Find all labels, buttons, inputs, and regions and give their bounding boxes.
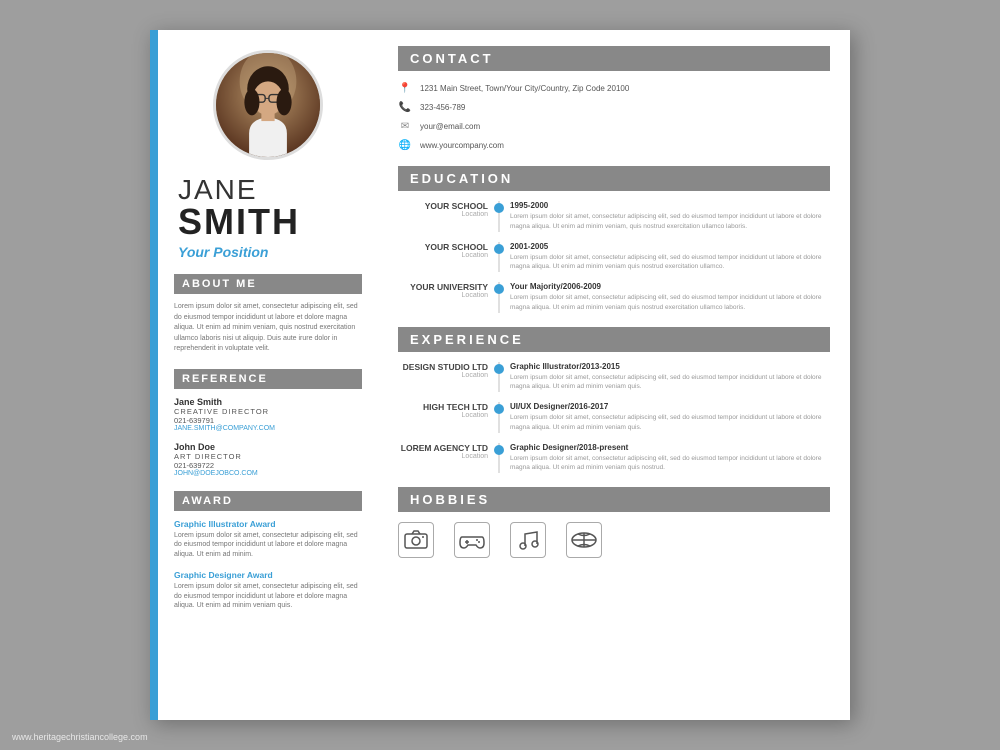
edu1-right: 1995-2000 Lorem ipsum dolor sit amet, co… [498,201,830,232]
resume-page: JANE SMITH Your Position ABOUT ME Lorem … [150,30,850,720]
exp1-left: DESIGN STUDIO LTD Location [398,362,498,393]
edu3-year: Your Majority/2006-2009 [510,282,830,291]
exp2-location: Location [398,412,488,419]
right-column: CONTACT 📍 1231 Main Street, Town/Your Ci… [378,30,850,720]
contact-list: 📍 1231 Main Street, Town/Your City/Count… [398,81,830,152]
reference-1: Jane Smith CREATIVE DIRECTOR 021-639791 … [174,397,362,432]
edu2-desc: Lorem ipsum dolor sit amet, consectetur … [510,253,830,273]
ref2-name: John Doe [174,442,362,452]
edu2-right: 2001-2005 Lorem ipsum dolor sit amet, co… [498,242,830,273]
contact-address: 📍 1231 Main Street, Town/Your City/Count… [398,81,830,95]
award1-text: Lorem ipsum dolor sit amet, consectetur … [174,531,362,560]
website-icon: 🌐 [398,138,412,152]
hobbies-header: HOBBIES [398,487,830,512]
ref2-phone: 021-639722 [174,461,362,470]
exp-entry-2: HIGH TECH LTD Location UI/UX Designer/20… [398,402,830,433]
ref1-email: JANE.SMITH@COMPANY.COM [174,425,362,432]
left-column: JANE SMITH Your Position ABOUT ME Lorem … [158,30,378,720]
exp2-company: HIGH TECH LTD [398,402,488,412]
contact-website: 🌐 www.yourcompany.com [398,138,830,152]
contact-phone: 📞 323-456-789 [398,100,830,114]
edu3-right: Your Majority/2006-2009 Lorem ipsum dolo… [498,282,830,313]
hobby-camera [398,522,434,558]
award-2: Graphic Designer Award Lorem ipsum dolor… [174,570,362,611]
exp1-location: Location [398,372,488,379]
exp1-role: Graphic Illustrator/2013-2015 [510,362,830,371]
edu1-year: 1995-2000 [510,201,830,210]
edu2-location: Location [398,252,488,259]
accent-bar [150,30,158,720]
edu1-left: YOUR SCHOOL Location [398,201,498,232]
exp3-left: LOREM AGENCY LTD Location [398,443,498,474]
last-name: SMITH [178,204,362,240]
hobbies-list [398,522,830,558]
exp3-right: Graphic Designer/2018-present Lorem ipsu… [498,443,830,474]
hobby-sports [566,522,602,558]
exp3-location: Location [398,453,488,460]
phone-icon: 📞 [398,100,412,114]
contact-email: ✉ your@email.com [398,119,830,133]
phone-text: 323-456-789 [420,103,465,112]
reference-2: John Doe ART DIRECTOR 021-639722 JOHN@DO… [174,442,362,477]
exp-entry-3: LOREM AGENCY LTD Location Graphic Design… [398,443,830,474]
exp3-desc: Lorem ipsum dolor sit amet, consectetur … [510,454,830,474]
ref2-email: JOHN@DOEJOBCO.COM [174,470,362,477]
ref2-title: ART DIRECTOR [174,452,362,461]
exp2-left: HIGH TECH LTD Location [398,402,498,433]
education-entry-2: YOUR SCHOOL Location 2001-2005 Lorem ips… [398,242,830,273]
exp-entry-1: DESIGN STUDIO LTD Location Graphic Illus… [398,362,830,393]
edu3-location: Location [398,292,488,299]
award1-title: Graphic Illustrator Award [174,519,362,529]
award-header: AWARD [174,491,362,511]
exp3-role: Graphic Designer/2018-present [510,443,830,452]
name-block: JANE SMITH Your Position [174,176,362,260]
exp1-desc: Lorem ipsum dolor sit amet, consectetur … [510,373,830,393]
email-icon: ✉ [398,119,412,133]
education-header: EDUCATION [398,166,830,191]
website-text: www.yourcompany.com [420,141,504,150]
reference-header: REFERENCE [174,369,362,389]
email-text: your@email.com [420,122,480,131]
ref1-title: CREATIVE DIRECTOR [174,407,362,416]
edu2-left: YOUR SCHOOL Location [398,242,498,273]
contact-header: CONTACT [398,46,830,71]
hobby-gaming [454,522,490,558]
edu2-year: 2001-2005 [510,242,830,251]
exp3-company: LOREM AGENCY LTD [398,443,488,453]
exp2-role: UI/UX Designer/2016-2017 [510,402,830,411]
education-list: YOUR SCHOOL Location 1995-2000 Lorem ips… [398,201,830,313]
edu2-school: YOUR SCHOOL [398,242,488,252]
watermark: www.heritagechristiancollege.com [12,732,148,742]
experience-list: DESIGN STUDIO LTD Location Graphic Illus… [398,362,830,474]
experience-header: EXPERIENCE [398,327,830,352]
edu1-desc: Lorem ipsum dolor sit amet, consectetur … [510,212,830,232]
edu3-school: YOUR UNIVERSITY [398,282,488,292]
edu3-left: YOUR UNIVERSITY Location [398,282,498,313]
edu1-school: YOUR SCHOOL [398,201,488,211]
edu1-location: Location [398,211,488,218]
education-entry-1: YOUR SCHOOL Location 1995-2000 Lorem ips… [398,201,830,232]
address-icon: 📍 [398,81,412,95]
edu3-desc: Lorem ipsum dolor sit amet, consectetur … [510,293,830,313]
exp2-right: UI/UX Designer/2016-2017 Lorem ipsum dol… [498,402,830,433]
exp2-desc: Lorem ipsum dolor sit amet, consectetur … [510,413,830,433]
first-name: JANE [178,176,362,204]
position-title: Your Position [178,244,362,260]
exp1-right: Graphic Illustrator/2013-2015 Lorem ipsu… [498,362,830,393]
ref1-name: Jane Smith [174,397,362,407]
award-1: Graphic Illustrator Award Lorem ipsum do… [174,519,362,560]
education-entry-3: YOUR UNIVERSITY Location Your Majority/2… [398,282,830,313]
profile-photo [213,50,323,160]
hobby-music [510,522,546,558]
award2-title: Graphic Designer Award [174,570,362,580]
exp1-company: DESIGN STUDIO LTD [398,362,488,372]
address-text: 1231 Main Street, Town/Your City/Country… [420,84,629,93]
ref1-phone: 021-639791 [174,416,362,425]
about-header: ABOUT ME [174,274,362,294]
award2-text: Lorem ipsum dolor sit amet, consectetur … [174,582,362,611]
about-text: Lorem ipsum dolor sit amet, consectetur … [174,302,362,355]
